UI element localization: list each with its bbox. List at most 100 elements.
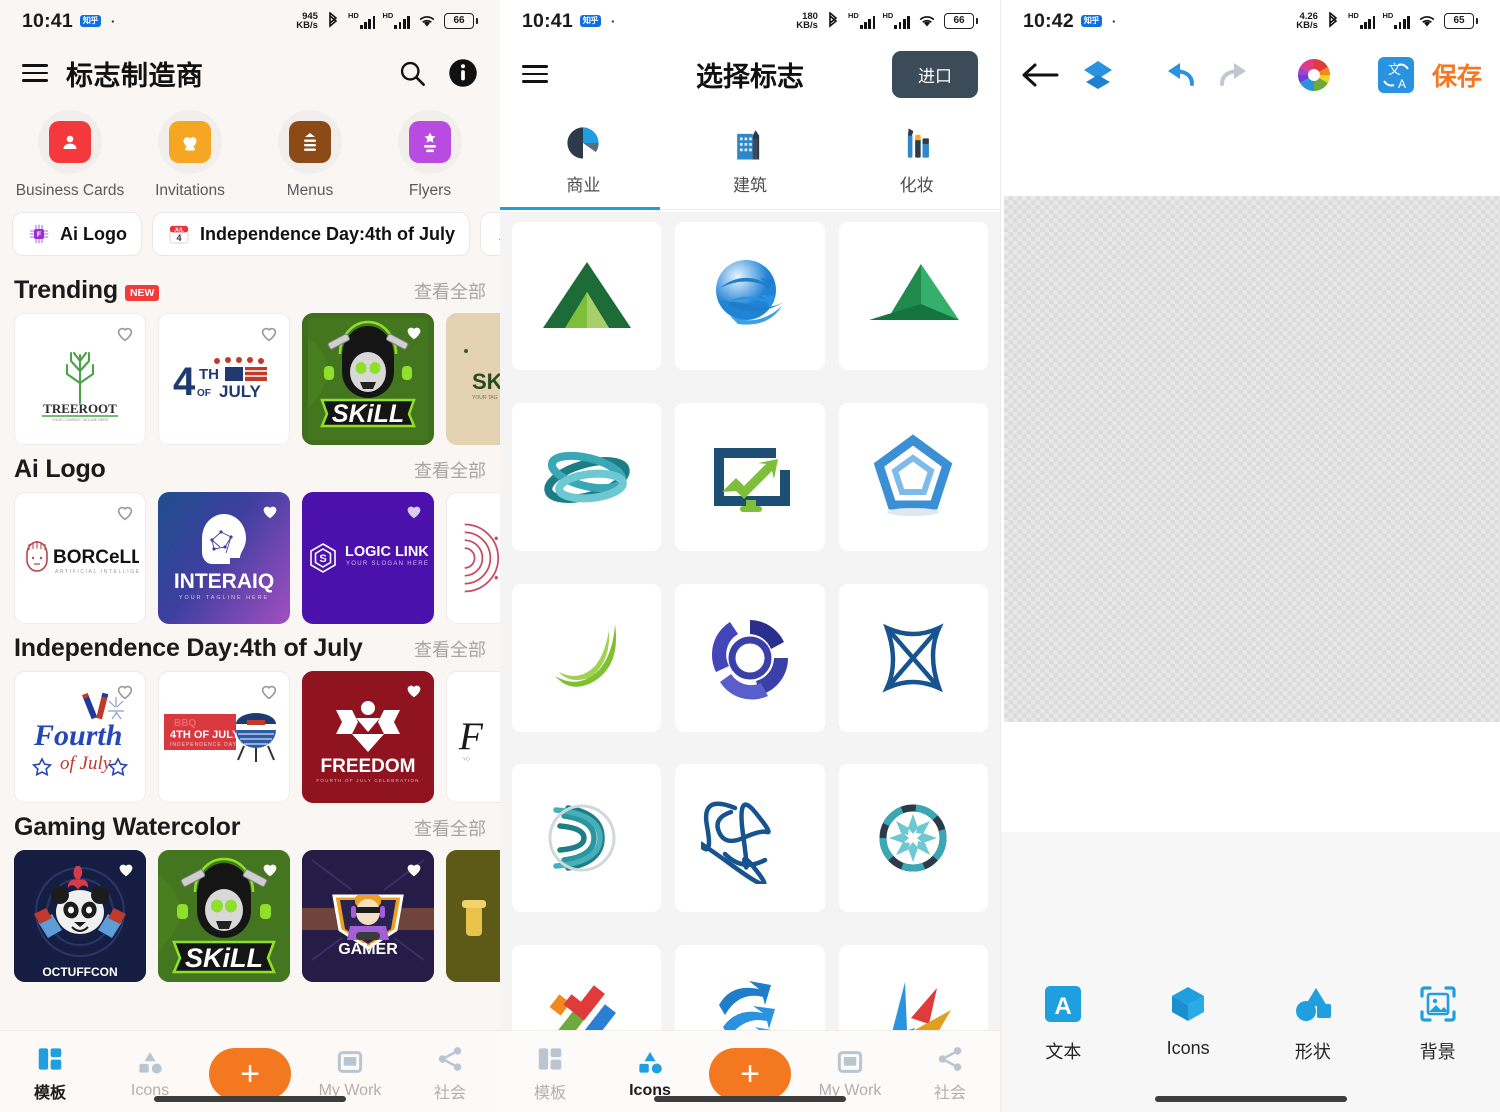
template-card[interactable]: SKiLL bbox=[158, 850, 290, 983]
panel-logo-maker-home: 10:41 知乎 · 945 KB/s HD HD 66 标志制造商 Busin… bbox=[0, 0, 500, 1112]
save-button[interactable]: 保存 bbox=[1432, 57, 1482, 93]
back-button[interactable] bbox=[1019, 59, 1061, 91]
tool-text[interactable]: A 文本 bbox=[1001, 982, 1126, 1064]
template-card[interactable]: INTERAIQ YOUR TAGLINE HERE bbox=[158, 492, 290, 625]
svg-text:YO: YO bbox=[463, 757, 470, 763]
nav-item-templates[interactable]: 模板 bbox=[0, 1044, 100, 1103]
favorite-icon[interactable] bbox=[114, 501, 136, 523]
favorite-icon[interactable] bbox=[114, 680, 136, 702]
menu-document-icon bbox=[289, 121, 331, 163]
invitation-heart-icon bbox=[169, 121, 211, 163]
see-all-link[interactable]: 查看全部 bbox=[414, 278, 486, 304]
category-flyers[interactable]: Flyers bbox=[370, 110, 490, 200]
template-card[interactable]: FREEDOM FOURTH OF JULY CELEBRATION bbox=[302, 671, 434, 804]
chip-palette[interactable] bbox=[480, 212, 500, 257]
logo-cell[interactable] bbox=[675, 583, 825, 732]
template-card[interactable] bbox=[446, 850, 500, 983]
redo-button[interactable] bbox=[1213, 59, 1255, 91]
transparent-canvas[interactable] bbox=[1004, 196, 1500, 722]
gesture-bar bbox=[1154, 1096, 1347, 1102]
template-card[interactable]: GAMER bbox=[302, 850, 434, 983]
hamburger-icon[interactable] bbox=[22, 64, 48, 82]
svg-text:YOUR TAG: YOUR TAG bbox=[472, 395, 498, 401]
logo-cell[interactable] bbox=[675, 222, 825, 370]
text-icon: A bbox=[1045, 986, 1082, 1022]
tool-icons[interactable]: Icons bbox=[1126, 982, 1251, 1059]
chip-independence-day[interactable]: JUL 4 Independence Day:4th of July bbox=[151, 212, 471, 257]
tab-architecture[interactable]: 建筑 bbox=[667, 106, 834, 210]
see-all-link[interactable]: 查看全部 bbox=[414, 815, 486, 841]
favorite-icon[interactable] bbox=[403, 500, 425, 522]
nav-item-social[interactable]: 社会 bbox=[400, 1044, 500, 1103]
template-card[interactable]: TREEROOT YOUR COMPANY TAGLINE HERE bbox=[14, 313, 146, 446]
plus-fab-icon[interactable]: + bbox=[709, 1047, 791, 1100]
category-invitations[interactable]: Invitations bbox=[130, 110, 250, 200]
category-business-cards[interactable]: Business Cards bbox=[10, 110, 130, 200]
template-card[interactable]: BBQ 4TH OF JULY INDEPENDENCE DAY bbox=[158, 671, 290, 804]
tab-business[interactable]: 商业 bbox=[500, 106, 667, 210]
template-card[interactable]: Fourth of July bbox=[14, 671, 146, 804]
plus-fab-icon[interactable]: + bbox=[209, 1047, 291, 1100]
tool-shapes[interactable]: 形状 bbox=[1251, 982, 1376, 1064]
color-button[interactable] bbox=[1296, 57, 1332, 93]
header-actions bbox=[398, 58, 478, 88]
template-card[interactable]: F YO bbox=[446, 671, 500, 804]
nav-item-icons[interactable]: Icons bbox=[100, 1047, 200, 1100]
favorite-icon[interactable] bbox=[258, 322, 280, 344]
translate-button[interactable]: 文 A bbox=[1376, 55, 1416, 95]
template-card[interactable]: BORCeLLe ARTIFICIAL INTELLIGENCE bbox=[14, 492, 146, 625]
logo-cell[interactable] bbox=[675, 402, 825, 551]
template-card[interactable]: S LOGIC LINK YOUR SLOGAN HERE bbox=[302, 492, 434, 625]
nav-item-icons[interactable]: Icons bbox=[600, 1047, 700, 1100]
category-menus[interactable]: Menus bbox=[250, 110, 370, 200]
nav-item-create[interactable]: + bbox=[200, 1047, 300, 1100]
template-card[interactable]: 4 TH OF JULY bbox=[158, 313, 290, 446]
layers-button[interactable] bbox=[1079, 58, 1117, 92]
signal-1-icon: HD bbox=[348, 11, 376, 29]
favorite-icon[interactable] bbox=[403, 858, 425, 880]
logo-cell[interactable] bbox=[838, 764, 988, 913]
nav-item-my-work[interactable]: My Work bbox=[800, 1047, 900, 1100]
undo-button[interactable] bbox=[1159, 59, 1201, 91]
see-all-link[interactable]: 查看全部 bbox=[414, 457, 486, 483]
battery-tip-icon bbox=[976, 18, 978, 24]
card-row-independence-day: Fourth of July BBQ 4TH OF JULY INDEPENDE… bbox=[0, 667, 500, 804]
template-card[interactable]: SKiLL bbox=[302, 313, 434, 446]
nav-item-templates[interactable]: 模板 bbox=[500, 1044, 600, 1103]
template-card[interactable] bbox=[446, 492, 500, 625]
import-button[interactable]: 进口 bbox=[892, 50, 978, 98]
nav-item-create[interactable]: + bbox=[700, 1047, 800, 1100]
favorite-icon[interactable] bbox=[259, 858, 281, 880]
background-image-icon bbox=[1420, 986, 1456, 1022]
favorite-icon[interactable] bbox=[403, 321, 425, 343]
favorite-icon[interactable] bbox=[114, 322, 136, 344]
logo-cell[interactable] bbox=[512, 583, 662, 732]
favorite-icon[interactable] bbox=[403, 679, 425, 701]
logo-cell[interactable] bbox=[675, 764, 825, 913]
search-icon[interactable] bbox=[398, 59, 426, 87]
tab-cosmetics[interactable]: 化妆 bbox=[833, 106, 1000, 210]
svg-text:SKiLL: SKiLL bbox=[332, 400, 404, 428]
info-icon[interactable] bbox=[448, 58, 478, 88]
logo-cell[interactable] bbox=[512, 222, 662, 370]
logo-cell[interactable] bbox=[838, 583, 988, 732]
tool-background[interactable]: 背景 bbox=[1375, 982, 1500, 1064]
chip-label: Ai Logo bbox=[60, 223, 127, 244]
status-right: 180 KB/s HD HD 66 bbox=[796, 11, 978, 31]
nav-item-my-work[interactable]: My Work bbox=[300, 1047, 400, 1100]
favorite-icon[interactable] bbox=[259, 500, 281, 522]
template-card[interactable]: OCTUFFCON bbox=[14, 850, 146, 983]
template-card[interactable]: SK YOUR TAG bbox=[446, 313, 500, 446]
status-time: 10:41 bbox=[522, 9, 573, 32]
favorite-icon[interactable] bbox=[115, 858, 137, 880]
logo-cell[interactable] bbox=[838, 222, 988, 370]
logo-cell[interactable] bbox=[838, 402, 988, 551]
hamburger-icon[interactable] bbox=[522, 65, 548, 83]
favorite-icon[interactable] bbox=[258, 680, 280, 702]
signal-1-icon: HD bbox=[1348, 11, 1376, 29]
logo-cell[interactable] bbox=[512, 764, 662, 913]
see-all-link[interactable]: 查看全部 bbox=[414, 636, 486, 662]
logo-cell[interactable] bbox=[512, 402, 662, 551]
nav-item-social[interactable]: 社会 bbox=[900, 1044, 1000, 1103]
chip-ai-logo[interactable]: F Ai Logo bbox=[12, 212, 142, 257]
